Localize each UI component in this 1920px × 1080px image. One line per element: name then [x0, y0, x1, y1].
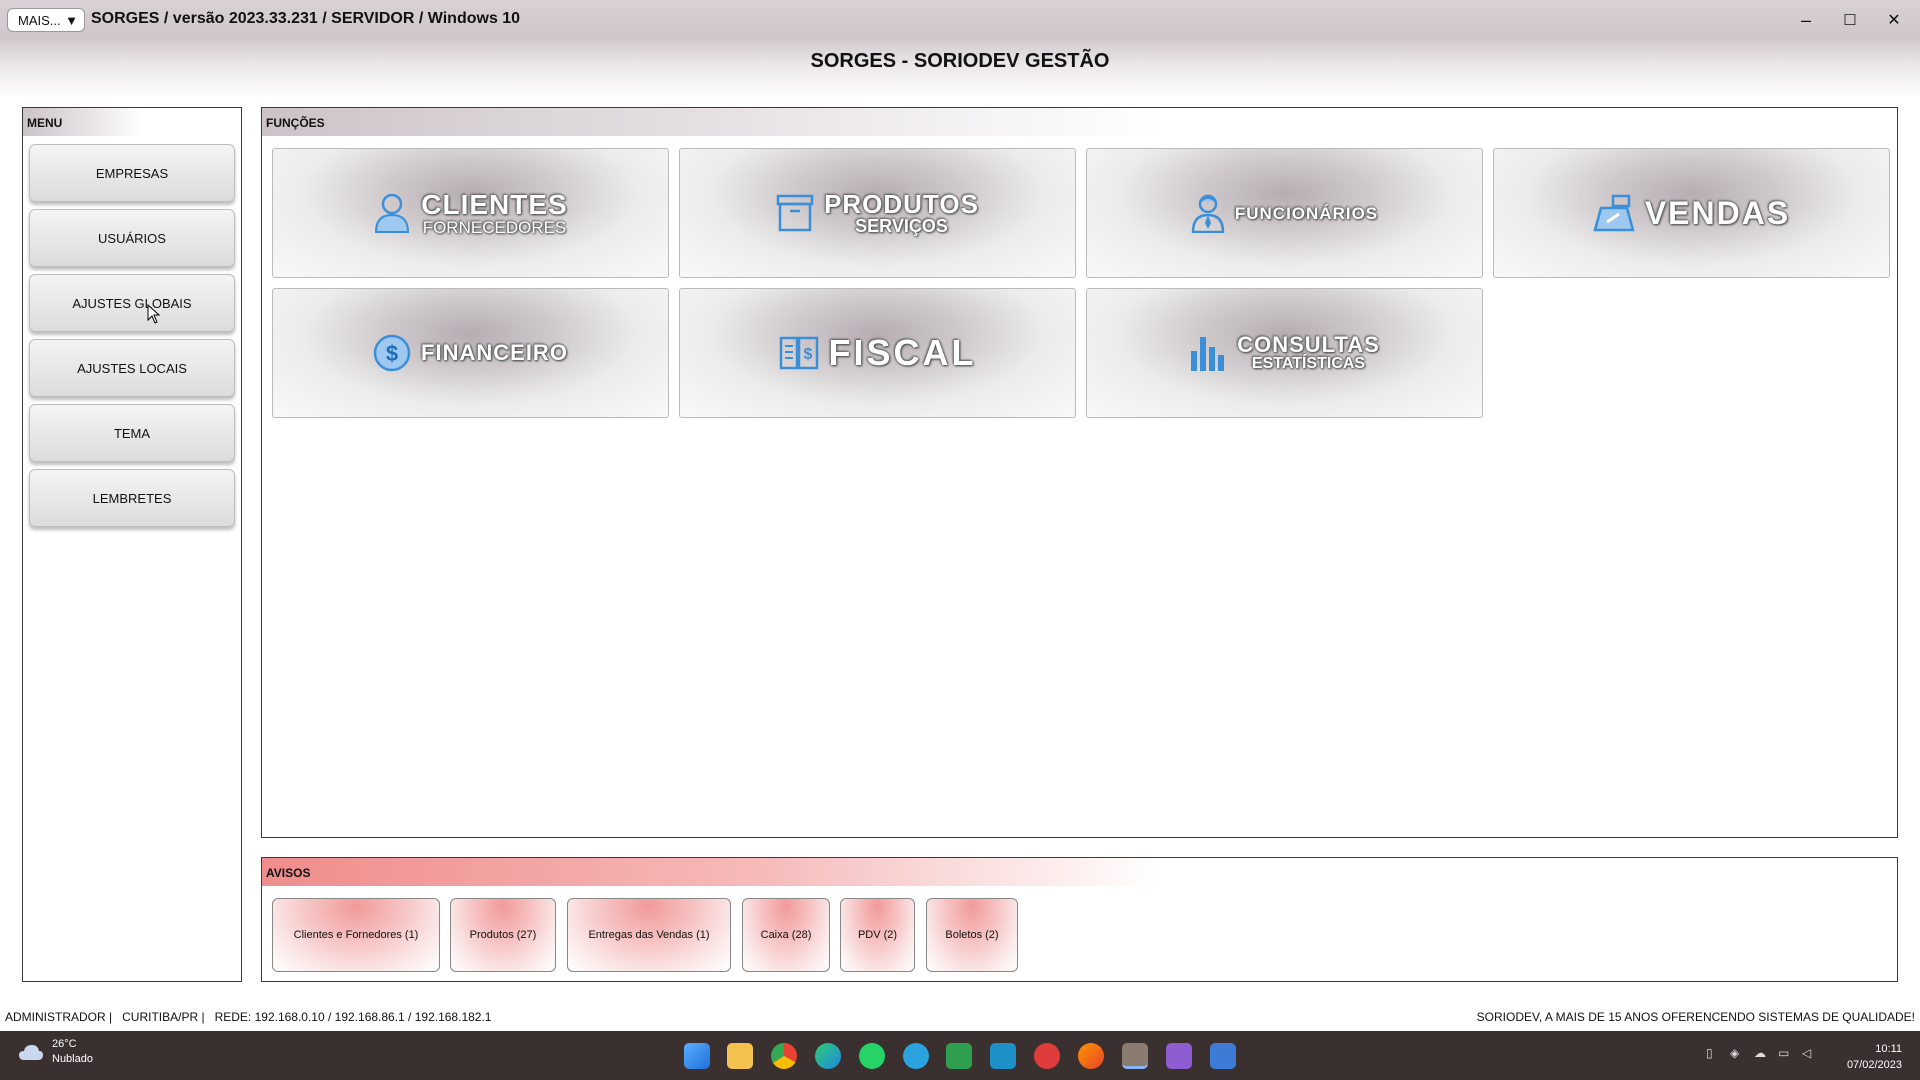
aviso-produtos[interactable]: Produtos (27) — [450, 898, 556, 972]
tile-funcionarios[interactable]: FUNCIONÁRIOS — [1086, 148, 1483, 278]
tile-financeiro-title: FINANCEIRO — [421, 340, 568, 365]
functions-panel: FUNÇÕES CLIENTES FORNECEDORES PRODUTOS S… — [261, 107, 1898, 838]
aviso-clientes-fornecedores[interactable]: Clientes e Fornedores (1) — [272, 898, 440, 972]
menu-item-usuarios[interactable]: USUÁRIOS — [29, 209, 235, 267]
tile-produtos-title: PRODUTOS — [824, 189, 979, 219]
window-titlebar: MAIS... ▼ SORGES / versão 2023.33.231 / … — [0, 0, 1920, 40]
remote-app-icon[interactable] — [990, 1043, 1016, 1069]
chevron-down-icon: ▼ — [65, 12, 78, 28]
status-slogan: SORIODEV, A MAIS DE 15 ANOS OFERENCENDO … — [1476, 1010, 1915, 1024]
minimize-button[interactable]: – — [1786, 6, 1826, 34]
start-menu-icon[interactable] — [684, 1043, 710, 1069]
cloud-icon — [19, 1045, 43, 1060]
weather-description: Nublado — [52, 1053, 93, 1065]
mais-dropdown-button[interactable]: MAIS... ▼ — [7, 8, 85, 32]
page-title: SORGES - SORIODEV GESTÃO — [810, 50, 1110, 72]
security-icon[interactable]: ◈ — [1730, 1046, 1744, 1060]
functions-heading: FUNÇÕES — [262, 108, 1897, 136]
aviso-entregas-vendas[interactable]: Entregas das Vendas (1) — [567, 898, 731, 972]
firefox-icon[interactable] — [1078, 1043, 1104, 1069]
telegram-icon[interactable] — [903, 1043, 929, 1069]
clock-time: 10:11 — [1875, 1043, 1902, 1055]
whatsapp-icon[interactable] — [859, 1043, 885, 1069]
tile-clientes-subtitle: FORNECEDORES — [422, 217, 567, 237]
spreadsheet-icon[interactable] — [946, 1043, 972, 1069]
notepad-icon[interactable] — [1210, 1043, 1236, 1069]
svg-text:$: $ — [386, 341, 398, 366]
edge-icon[interactable] — [815, 1043, 841, 1069]
tile-consultas[interactable]: CONSULTAS ESTATÍSTICAS — [1086, 288, 1483, 418]
tile-consultas-subtitle: ESTATÍSTICAS — [1251, 355, 1366, 372]
tile-vendas[interactable]: VENDAS — [1493, 148, 1890, 278]
mouse-cursor-icon — [147, 304, 161, 324]
tile-fiscal[interactable]: $ FISCAL — [679, 288, 1076, 418]
aviso-boletos[interactable]: Boletos (2) — [926, 898, 1018, 972]
tile-vendas-title: VENDAS — [1644, 195, 1791, 231]
sorges-app-icon[interactable] — [1122, 1043, 1148, 1069]
tile-clientes-title: CLIENTES — [421, 188, 568, 220]
chrome-icon[interactable] — [771, 1043, 797, 1069]
avisos-heading: AVISOS — [262, 858, 1897, 886]
avisos-panel: AVISOS Clientes e Fornedores (1) Produto… — [261, 857, 1898, 982]
menu-item-lembretes[interactable]: LEMBRETES — [29, 469, 235, 527]
media-app-icon[interactable] — [1034, 1043, 1060, 1069]
tile-produtos-subtitle: SERVIÇOS — [855, 216, 948, 236]
bar-chart-icon — [1191, 337, 1225, 371]
dollar-coin-icon: $ — [373, 334, 411, 372]
tile-produtos[interactable]: PRODUTOS SERVIÇOS — [679, 148, 1076, 278]
onedrive-icon[interactable]: ☁ — [1754, 1046, 1768, 1060]
menu-item-ajustes-locais[interactable]: AJUSTES LOCAIS — [29, 339, 235, 397]
status-info: ADMINISTRADOR | CURITIBA/PR | REDE: 192.… — [5, 1010, 492, 1024]
cash-register-icon — [1593, 194, 1635, 232]
clock-date: 07/02/2023 — [1846, 1059, 1902, 1071]
weather-temperature: 26°C — [52, 1038, 77, 1050]
close-button[interactable]: ✕ — [1874, 6, 1914, 34]
menu-heading: MENU — [23, 108, 241, 136]
network-icon[interactable]: ▭ — [1778, 1046, 1792, 1060]
employee-icon — [1191, 194, 1225, 233]
aviso-pdv[interactable]: PDV (2) — [840, 898, 915, 972]
menu-item-tema[interactable]: TEMA — [29, 404, 235, 462]
tile-fiscal-title: FISCAL — [828, 332, 977, 373]
menu-item-empresas[interactable]: EMPRESAS — [29, 144, 235, 202]
maximize-button[interactable]: ☐ — [1830, 6, 1870, 34]
taskbar: 26°C Nublado ▯ ◈ ☁ ▭ ◁ 10:11 07/02/2023 — [0, 1031, 1920, 1080]
file-explorer-icon[interactable] — [727, 1043, 753, 1069]
system-clock[interactable]: 10:11 07/02/2023 — [1847, 1041, 1902, 1073]
weather-widget[interactable]: 26°C Nublado — [18, 1037, 93, 1067]
person-icon — [375, 193, 410, 233]
menu-panel: MENU EMPRESAS USUÁRIOS AJUSTES GLOBAIS A… — [22, 107, 242, 982]
mais-label: MAIS... — [18, 12, 61, 28]
tile-funcionarios-title: FUNCIONÁRIOS — [1234, 203, 1379, 223]
video-editor-icon[interactable] — [1166, 1043, 1192, 1069]
volume-icon[interactable]: ◁ — [1802, 1046, 1816, 1060]
tile-consultas-title: CONSULTAS — [1237, 332, 1380, 357]
menu-item-ajustes-globais[interactable]: AJUSTES GLOBAIS — [29, 274, 235, 332]
box-icon — [776, 194, 814, 232]
tile-clientes[interactable]: CLIENTES FORNECEDORES — [272, 148, 669, 278]
fiscal-book-icon: $ — [779, 336, 818, 370]
svg-text:$: $ — [803, 346, 812, 363]
battery-icon[interactable]: ▯ — [1706, 1046, 1720, 1060]
tile-financeiro[interactable]: $ FINANCEIRO — [272, 288, 669, 418]
aviso-caixa[interactable]: Caixa (28) — [742, 898, 830, 972]
window-title: SORGES / versão 2023.33.231 / SERVIDOR /… — [91, 10, 521, 27]
